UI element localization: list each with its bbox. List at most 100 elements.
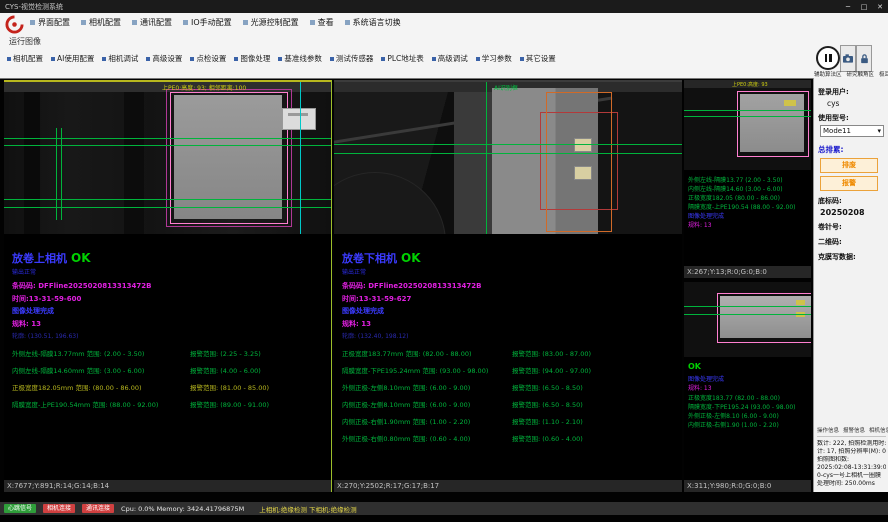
maximize-button[interactable]: □ bbox=[856, 3, 872, 11]
pause-button[interactable] bbox=[816, 46, 840, 70]
preview-top-camera-view[interactable]: 上PE0:高度: 93 bbox=[684, 80, 811, 170]
reject-status-button[interactable]: 排废 bbox=[820, 158, 878, 173]
measurement-row: 外侧正极-左侧8.10mm 范围: (6.00 - 9.00)报警范围: (6.… bbox=[342, 382, 678, 392]
overlay-cyan-vline bbox=[300, 82, 301, 234]
spec-line: 规料: 13 bbox=[12, 319, 327, 329]
measurement-alarm: 报警范围: (0.60 - 4.00) bbox=[512, 433, 678, 443]
tab-image-processing[interactable]: 图像处理 bbox=[234, 53, 270, 64]
tab-test-sensor[interactable]: 测试传感器 bbox=[330, 53, 374, 64]
overlay-measure-vline bbox=[486, 82, 487, 234]
overlay-yellow-mark bbox=[796, 300, 805, 305]
bright-tab-mark bbox=[574, 138, 592, 152]
tab-camera-config[interactable]: 相机配置 bbox=[7, 53, 43, 64]
info-tab-alarm[interactable]: 报警信息 bbox=[843, 426, 865, 434]
process-line: 图像处理完成 bbox=[12, 306, 327, 316]
pos-line: 轮廓: (132.40, 198.12) bbox=[342, 331, 678, 340]
right-camera-panel: AI识别框 放卷下相机 OK 输出正常 条码码: DFFline20250208… bbox=[334, 80, 682, 492]
header-tab-aux-algo[interactable]: 辅助算法区 bbox=[814, 70, 842, 78]
measurement-alarm: 报警范围: (89.00 - 91.00) bbox=[190, 399, 327, 409]
menu-item-label: 相机配置 bbox=[89, 17, 121, 28]
toolbar-tabs: 相机配置 AI使用配置 相机调试 高级设置 点检设置 图像处理 基准线参数 测试… bbox=[7, 53, 556, 64]
tab-icon bbox=[7, 57, 11, 61]
camera-snapshot-button[interactable] bbox=[840, 45, 856, 72]
stat-line: 处理时间: 250.00ms bbox=[817, 480, 886, 488]
measurement-value: 外侧左线-隔膜13.77mm 范围: (2.00 - 3.50) bbox=[12, 348, 190, 358]
preview-line: 隔膜宽度-下PE195.24 (93.00 - 98.00) bbox=[688, 403, 810, 412]
overlay-label: 上PE0:高度: 93 bbox=[732, 81, 768, 88]
lock-button[interactable] bbox=[856, 45, 872, 72]
overlay-measure-line bbox=[684, 306, 811, 307]
connector-detail bbox=[288, 113, 308, 116]
menu-item-label: 系统语言切换 bbox=[353, 17, 401, 28]
tab-ai-config[interactable]: AI使用配置 bbox=[51, 53, 94, 64]
alarm-status-button[interactable]: 报警 bbox=[820, 176, 878, 191]
measurement-value: 内侧正极-左侧8.10mm 范围: (6.00 - 9.00) bbox=[342, 399, 512, 409]
model-label: 使用型号: bbox=[818, 113, 885, 123]
overlay-orange-rect bbox=[546, 92, 612, 232]
menu-item-light-control-config[interactable]: 光源控制配置 bbox=[243, 17, 299, 28]
overlay-label: 上PE0:高度: 93; 相邻距离:100 bbox=[162, 83, 246, 92]
model-select[interactable]: Mode11 ▾ bbox=[820, 125, 884, 137]
info-tab-camera[interactable]: 相机信息 bbox=[869, 426, 888, 434]
tab-label: 图像处理 bbox=[240, 53, 270, 64]
close-button[interactable]: ✕ bbox=[872, 3, 888, 11]
measurement-row: 隔膜宽度-上PE190.54mm 范围: (88.00 - 92.00)报警范围… bbox=[12, 399, 327, 409]
tab-label: 高级调试 bbox=[438, 53, 468, 64]
menu-item-comm-config[interactable]: 通讯配置 bbox=[132, 17, 172, 28]
measurement-value: 外侧正极-右侧0.80mm 范围: (0.60 - 4.00) bbox=[342, 433, 512, 443]
minimize-button[interactable]: ─ bbox=[840, 3, 856, 11]
tab-spot-check[interactable]: 点检设置 bbox=[190, 53, 226, 64]
preview-line: 内侧正极-右侧1.90 (1.00 - 2.20) bbox=[688, 421, 810, 430]
tab-run-image[interactable]: 运行图像 bbox=[9, 36, 41, 47]
right-camera-view[interactable]: AI识别框 bbox=[334, 82, 682, 234]
measurement-row: 正极宽度182.05mm 范围: (80.00 - 86.00)报警范围: (8… bbox=[12, 382, 327, 392]
menu-item-language-switch[interactable]: 系统语言切换 bbox=[345, 17, 401, 28]
menu-item-label: 光源控制配置 bbox=[251, 17, 299, 28]
menu-item-camera-config[interactable]: 相机配置 bbox=[81, 17, 121, 28]
bright-tab-mark bbox=[574, 166, 592, 180]
total-reject-label: 总排累: bbox=[818, 144, 885, 155]
tab-advanced-debug[interactable]: 高级调试 bbox=[432, 53, 468, 64]
result-sub: 输出正常 bbox=[342, 267, 678, 276]
menu-item-io-manual-config[interactable]: IO手动配置 bbox=[183, 17, 232, 28]
overlay-roi-pink-rect bbox=[170, 92, 288, 224]
machine-column bbox=[124, 92, 144, 234]
tab-baseline-params[interactable]: 基准线参数 bbox=[278, 53, 322, 64]
result-camera-name: 放卷上相机 bbox=[12, 250, 67, 266]
left-result-block: 放卷上相机 OK 输出正常 条码码: DFFline20250208133134… bbox=[12, 250, 327, 478]
left-camera-view[interactable]: 上PE0:高度: 93; 相邻距离:100 bbox=[4, 82, 331, 234]
tab-icon bbox=[330, 57, 334, 61]
preview-panel-bottom: OK 图像处理完成 规料: 13 正极宽度183.77 (82.00 - 88.… bbox=[684, 282, 811, 492]
tab-advanced-settings[interactable]: 高级设置 bbox=[146, 53, 182, 64]
titlebar: CYS-视觉检测系统 ─ □ ✕ bbox=[0, 0, 888, 13]
menu-item-label: 通讯配置 bbox=[140, 17, 172, 28]
needle-number-label: 卷针号: bbox=[818, 222, 885, 232]
camera-icon bbox=[843, 54, 853, 63]
tab-icon bbox=[278, 57, 282, 61]
menu-icon bbox=[345, 20, 350, 25]
preview-line: 规料: 13 bbox=[688, 221, 810, 230]
stat-line: 数计: 222, 拍照检测用时: bbox=[817, 440, 886, 448]
header-tab-research[interactable]: 研究触角区 bbox=[847, 70, 875, 78]
info-tab-operation[interactable]: 操作信息 bbox=[817, 426, 839, 434]
menu-item-view[interactable]: 查看 bbox=[310, 17, 334, 28]
header-tab-tab-sensor[interactable]: 极耳传感区 bbox=[879, 70, 888, 78]
window-title: CYS-视觉检测系统 bbox=[0, 2, 840, 12]
preview-line: 正极宽度182.05 (80.00 - 86.00) bbox=[688, 194, 810, 203]
pause-icon bbox=[825, 54, 828, 62]
time-line: 时间:13-31-59-627 bbox=[342, 294, 678, 304]
tab-icon bbox=[146, 57, 150, 61]
preview-bottom-process: 图像处理完成 bbox=[688, 374, 724, 383]
tab-plc-address[interactable]: PLC地址表 bbox=[381, 53, 423, 64]
menu-item-ui-config[interactable]: 界面配置 bbox=[30, 17, 70, 28]
tab-camera-debug[interactable]: 相机调试 bbox=[102, 53, 138, 64]
preview-bottom-camera-view[interactable] bbox=[684, 282, 811, 357]
measurement-value: 内侧正极-右侧1.90mm 范围: (1.00 - 2.20) bbox=[342, 416, 512, 426]
tab-other-settings[interactable]: 其它设置 bbox=[520, 53, 556, 64]
model-select-value: Mode11 bbox=[823, 127, 851, 135]
tab-learning-params[interactable]: 学习参数 bbox=[476, 53, 512, 64]
measurement-alarm: 报警范围: (6.50 - 8.50) bbox=[512, 399, 678, 409]
overlay-measure-line bbox=[4, 138, 331, 139]
measurement-alarm: 报警范围: (94.00 - 97.00) bbox=[512, 365, 678, 375]
overlay-measure-line bbox=[684, 116, 811, 117]
